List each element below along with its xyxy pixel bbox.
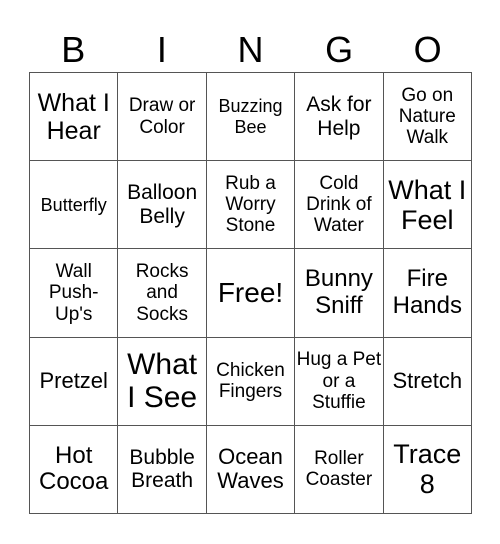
bingo-cell[interactable]: Hug a Pet or a Stuffie: [295, 337, 384, 426]
bingo-cell[interactable]: Bubble Breath: [118, 425, 207, 514]
bingo-cell[interactable]: Rocks and Socks: [118, 249, 207, 338]
bingo-cell[interactable]: What I Feel: [383, 161, 472, 250]
bingo-cell[interactable]: Wall Push-Up's: [30, 249, 119, 338]
bingo-cell[interactable]: Ocean Waves: [206, 425, 296, 514]
bingo-cell[interactable]: Butterfly: [30, 161, 119, 250]
bingo-cell[interactable]: Roller Coaster: [295, 425, 384, 514]
header-letter-i: I: [156, 29, 167, 70]
bingo-cell[interactable]: Buzzing Bee: [206, 73, 296, 162]
bingo-card-grid: What I Hear Draw or Color Buzzing Bee As…: [29, 72, 472, 514]
bingo-cell[interactable]: Go on Nature Walk: [383, 73, 472, 162]
bingo-cell[interactable]: Cold Drink of Water: [295, 161, 384, 250]
bingo-cell-free-space[interactable]: Free!: [206, 249, 296, 338]
bingo-cell[interactable]: Pretzel: [30, 337, 119, 426]
bingo-cell[interactable]: Hot Cocoa: [30, 425, 119, 514]
bingo-header: B I N G O: [29, 28, 472, 72]
bingo-cell[interactable]: Rub a Worry Stone: [206, 161, 296, 250]
bingo-cell[interactable]: Draw or Color: [118, 73, 207, 162]
bingo-cell[interactable]: Trace 8: [383, 425, 472, 514]
bingo-cell[interactable]: Chicken Fingers: [206, 337, 296, 426]
bingo-cell[interactable]: Fire Hands: [383, 249, 472, 338]
bingo-cell[interactable]: Ask for Help: [295, 73, 384, 162]
header-letter-g: G: [325, 29, 354, 70]
bingo-cell[interactable]: Stretch: [383, 337, 472, 426]
bingo-cell[interactable]: Balloon Belly: [118, 161, 207, 250]
header-letter-n: N: [237, 29, 264, 70]
bingo-cell[interactable]: What I Hear: [30, 73, 119, 162]
bingo-cell[interactable]: Bunny Sniff: [295, 249, 384, 338]
header-letter-b: B: [61, 29, 86, 70]
bingo-cell[interactable]: What I See: [118, 337, 207, 426]
header-letter-o: O: [413, 29, 442, 70]
